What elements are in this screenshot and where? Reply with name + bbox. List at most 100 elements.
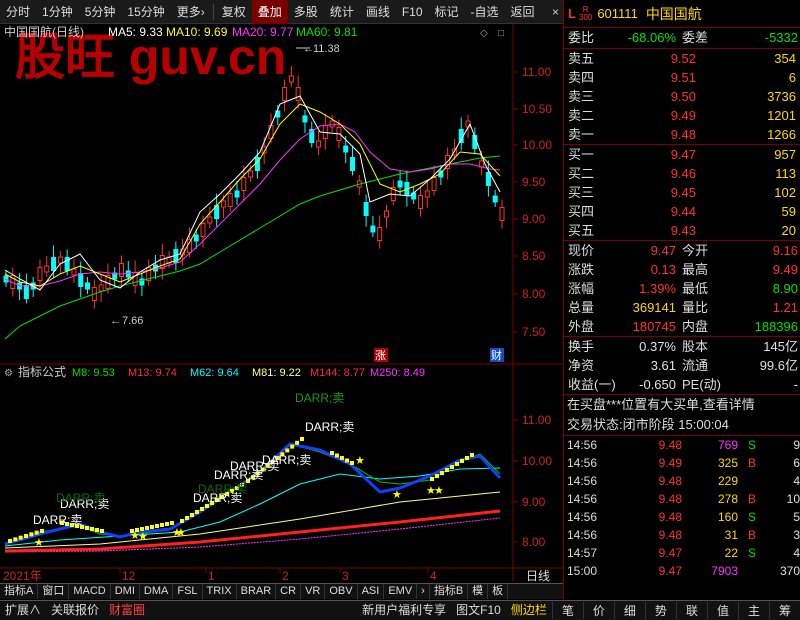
ask-row[interactable]: 卖三 9.50 3736 (564, 87, 800, 106)
candle-body (343, 145, 349, 153)
axis-tick: 11.00 (522, 413, 551, 427)
tab-5min[interactable]: 5分钟 (79, 0, 122, 24)
settings-icon[interactable]: ⚙ (4, 368, 13, 379)
candle-body (207, 216, 213, 224)
overlay-button[interactable]: 叠加 (251, 0, 288, 24)
signal-block (455, 462, 459, 466)
ma20-label: MA20: 9.77 (232, 25, 294, 39)
mark-button[interactable]: 标记 (429, 0, 465, 24)
tab-main[interactable]: 主 (737, 602, 769, 619)
tab-fsl[interactable]: FSL (173, 584, 203, 599)
tab-value[interactable]: 值 (706, 602, 738, 619)
signal-block (155, 524, 159, 528)
tab-obv[interactable]: OBV (325, 584, 358, 599)
tab-detail[interactable]: 细 (613, 602, 645, 619)
signal-block (195, 510, 199, 514)
multi-stock-button[interactable]: 多股 (288, 0, 324, 24)
status-value: 闭市阶段 (622, 417, 675, 432)
signal-block (295, 440, 300, 445)
m8-label: M8: 9.53 (72, 367, 115, 379)
tick-volume: 7903 (711, 564, 738, 578)
tab-dmi[interactable]: DMI (111, 584, 140, 599)
candle-body (227, 193, 233, 207)
fund-label: 流通 (682, 358, 709, 373)
tab-window[interactable]: 窗口 (38, 584, 70, 599)
tick-price: 9.48 (658, 492, 682, 506)
chevron-right-icon: › (200, 4, 205, 19)
m81-label: M81: 9.22 (252, 367, 301, 379)
period-label[interactable]: 日线 (526, 569, 550, 583)
ask-row[interactable]: 卖二 9.49 1201 (564, 106, 800, 125)
signal-block (440, 471, 444, 475)
bid-book: 买一 9.47 957 买二 9.46 113 买三 9.45 102 买四 9.44 59 买… (564, 145, 800, 240)
stat-label: 涨幅 (568, 281, 595, 296)
diamond-icon[interactable]: ◇ (480, 28, 488, 39)
expand-button[interactable]: 扩展∧ (0, 601, 46, 620)
bid-row[interactable]: 买五 9.43 20 (564, 221, 800, 240)
tick-count: 370 (779, 564, 800, 578)
candle-body (377, 227, 383, 241)
signal-block (13, 537, 18, 542)
close-icon[interactable]: × (548, 5, 563, 19)
statistics-button[interactable]: 统计 (324, 0, 360, 24)
new-user-benefit-link[interactable]: 新用户福利专享 (357, 601, 451, 620)
tab-asi[interactable]: ASI (358, 584, 385, 599)
tab-1min[interactable]: 1分钟 (36, 0, 79, 24)
fund-value: -0.650 (639, 377, 676, 392)
candle-body (85, 282, 91, 290)
tab-trades[interactable]: 笔 (551, 602, 583, 619)
tab-template[interactable]: 模 (468, 584, 489, 599)
sidebar-toggle-button[interactable]: 侧边栏 (506, 601, 552, 620)
kline-chart[interactable]: 股旺 guv.cn 中国国航(日线) MA5: 9.33 MA10: 9.69 … (0, 24, 563, 583)
bid-label: 买四 (568, 204, 595, 219)
bid-row[interactable]: 买一 9.47 957 (564, 145, 800, 164)
remove-watchlist-button[interactable]: -自选 (465, 0, 505, 24)
expand-icon[interactable]: □ (498, 28, 504, 39)
tick-volume: 22 (724, 546, 738, 560)
ask-row[interactable]: 卖四 9.51 6 (564, 68, 800, 87)
signal-block (330, 451, 334, 455)
candle-body (57, 256, 63, 264)
fund-value: 0.37% (639, 339, 676, 354)
tick-price: 9.48 (658, 510, 682, 524)
tab-cr[interactable]: CR (276, 584, 302, 599)
ask-volume: 1266 (767, 127, 796, 142)
back-button[interactable]: 返回 (505, 0, 541, 24)
f10-button[interactable]: F10 (396, 0, 429, 24)
tab-indicator-a[interactable]: 指标A (0, 584, 39, 599)
ask-row[interactable]: 卖一 9.48 1266 (564, 125, 800, 144)
more-periods-button[interactable]: 更多› (171, 0, 211, 24)
tab-trend[interactable]: 势 (644, 602, 676, 619)
tab-dma[interactable]: DMA (140, 584, 174, 599)
wealth-circle-button[interactable]: 财富圈 (104, 601, 150, 620)
tab-macd[interactable]: MACD (69, 584, 111, 599)
ask-row[interactable]: 卖五 9.52 354 (564, 49, 800, 68)
adjust-button[interactable]: 复权 (216, 0, 252, 24)
date-tick: 4 (430, 569, 437, 582)
stat-label: 今开 (682, 243, 709, 258)
tab-board[interactable]: 板 (488, 584, 509, 599)
tab-price[interactable]: 价 (582, 602, 614, 619)
tab-brar[interactable]: BRAR (237, 584, 277, 599)
chevron-right-icon[interactable]: › (417, 584, 430, 599)
tab-emv[interactable]: EMV (384, 584, 418, 599)
bid-volume: 102 (774, 185, 796, 200)
bid-row[interactable]: 买三 9.45 102 (564, 183, 800, 202)
tab-linked[interactable]: 联 (675, 602, 707, 619)
graphic-f10-button[interactable]: 图文F10 (451, 601, 506, 620)
tab-chips[interactable]: 筹 (768, 602, 800, 619)
tab-vr[interactable]: VR (301, 584, 326, 599)
bid-row[interactable]: 买四 9.44 59 (564, 202, 800, 221)
stat-value: 8.90 (772, 281, 798, 296)
stat-label: 最高 (682, 262, 709, 277)
tick-volume: 229 (717, 474, 738, 488)
tab-minute-chart[interactable]: 分时 (0, 0, 36, 24)
order-ratio-row: 委比 -68.06% 委差 -5332 (564, 28, 800, 48)
related-quote-button[interactable]: 关联报价 (46, 601, 104, 620)
draw-line-button[interactable]: 画线 (360, 0, 396, 24)
bid-row[interactable]: 买二 9.46 113 (564, 164, 800, 183)
big-order-notice[interactable]: 在买盘***位置有大买单,查看详情 (564, 395, 800, 415)
tab-15min[interactable]: 15分钟 (121, 0, 170, 24)
tab-indicator-b[interactable]: 指标B (430, 584, 469, 599)
tab-trix[interactable]: TRIX (203, 584, 237, 599)
